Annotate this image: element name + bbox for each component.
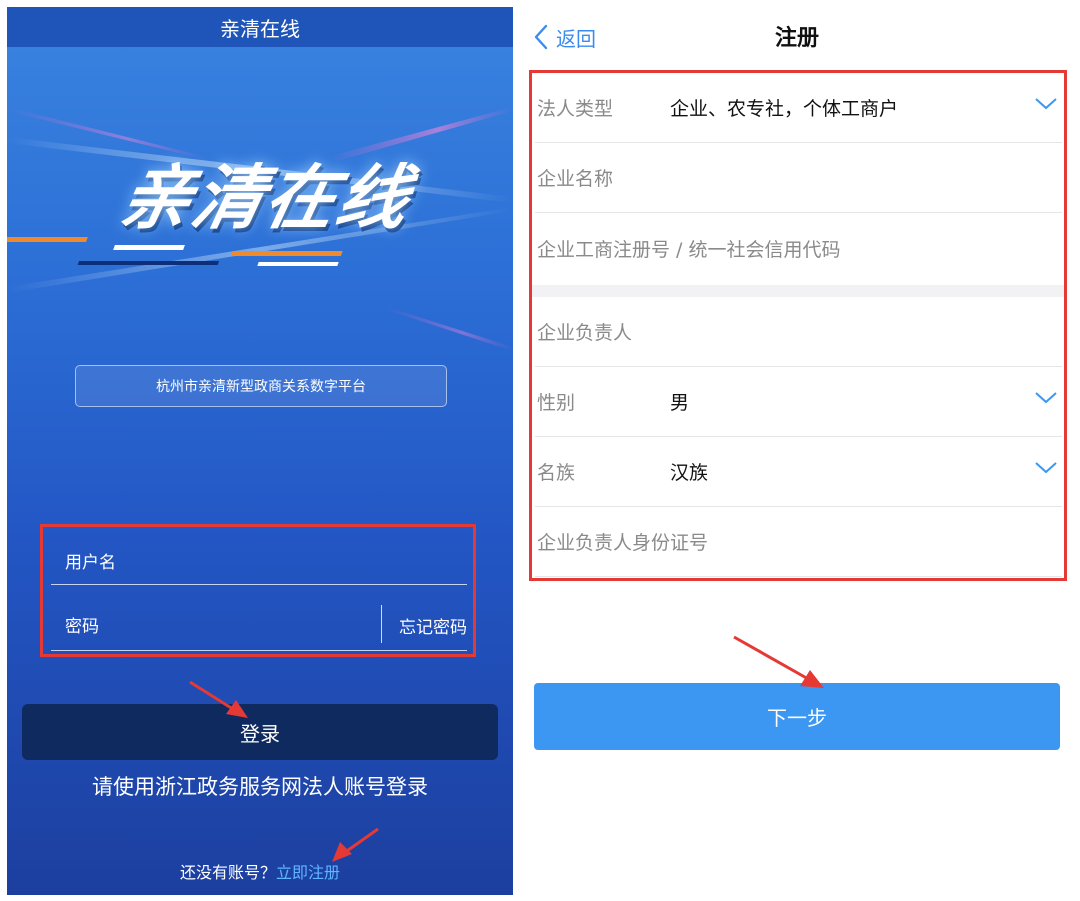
login-button[interactable]: 登录: [22, 704, 498, 760]
chevron-down-icon: [1035, 98, 1057, 110]
app-logo: 亲清在线: [113, 157, 419, 239]
legal-type-value: 企业、农专社，个体工商户: [670, 98, 899, 120]
company-name-input[interactable]: 企业名称: [535, 143, 1062, 213]
login-hint: 请使用浙江政务服务网法人账号登录: [92, 775, 428, 799]
ethnicity-select[interactable]: 名族 汉族: [535, 437, 1062, 507]
head-id-number-input[interactable]: 企业负责人身份证号: [535, 507, 1062, 577]
username-input[interactable]: 用户名: [51, 537, 467, 585]
register-form: 法人类型 企业、农专社，个体工商户 企业名称 企业工商注册号 / 统一社会信用代…: [529, 70, 1067, 581]
section-divider: [532, 285, 1064, 297]
register-screen: 注册 返回 法人类型 企业、农专社，个体工商户 企业名称 企业工商注册号 / 统…: [522, 7, 1072, 895]
password-input[interactable]: 密码 忘记密码: [51, 599, 467, 651]
legal-type-select[interactable]: 法人类型 企业、农专社，个体工商户: [535, 73, 1062, 143]
page-title: 注册: [774, 26, 819, 51]
gender-select[interactable]: 性别 男: [535, 367, 1062, 437]
company-head-input[interactable]: 企业负责人: [535, 297, 1062, 367]
password-placeholder: 密码: [65, 617, 99, 637]
legal-type-label: 法人类型: [537, 98, 614, 120]
register-now-link[interactable]: 立即注册: [276, 863, 340, 882]
back-button[interactable]: 返回: [534, 19, 596, 55]
window-title: 亲清在线: [7, 7, 513, 47]
gender-value: 男: [670, 392, 690, 414]
head-id-number-placeholder: 企业负责人身份证号: [537, 532, 709, 554]
nav-bar: 注册 返回: [522, 7, 1072, 65]
chevron-down-icon: [1035, 462, 1057, 474]
company-head-placeholder: 企业负责人: [537, 322, 633, 344]
forgot-password-link[interactable]: 忘记密码: [399, 599, 467, 651]
ethnicity-label: 名族: [537, 462, 576, 484]
next-step-button[interactable]: 下一步: [534, 683, 1060, 750]
ethnicity-value: 汉族: [670, 462, 709, 484]
register-prompt: 还没有账号？立即注册: [7, 859, 513, 883]
no-account-text: 还没有账号？: [179, 863, 276, 882]
registration-number-input[interactable]: 企业工商注册号 / 统一社会信用代码: [535, 213, 1062, 283]
chevron-left-icon: [534, 24, 548, 50]
login-screen: 亲清在线 亲清在线 杭州市亲清新型政商关系数字平台 用户名 密码 忘记密码 登录…: [7, 7, 513, 895]
login-form: 用户名 密码 忘记密码: [40, 524, 476, 657]
platform-name-badge: 杭州市亲清新型政商关系数字平台: [75, 365, 447, 407]
company-name-placeholder: 企业名称: [537, 168, 614, 190]
registration-number-placeholder: 企业工商注册号 / 统一社会信用代码: [537, 238, 841, 261]
back-label: 返回: [556, 26, 596, 51]
gender-label: 性别: [537, 392, 576, 414]
chevron-down-icon: [1035, 392, 1057, 404]
field-divider: [381, 605, 382, 643]
